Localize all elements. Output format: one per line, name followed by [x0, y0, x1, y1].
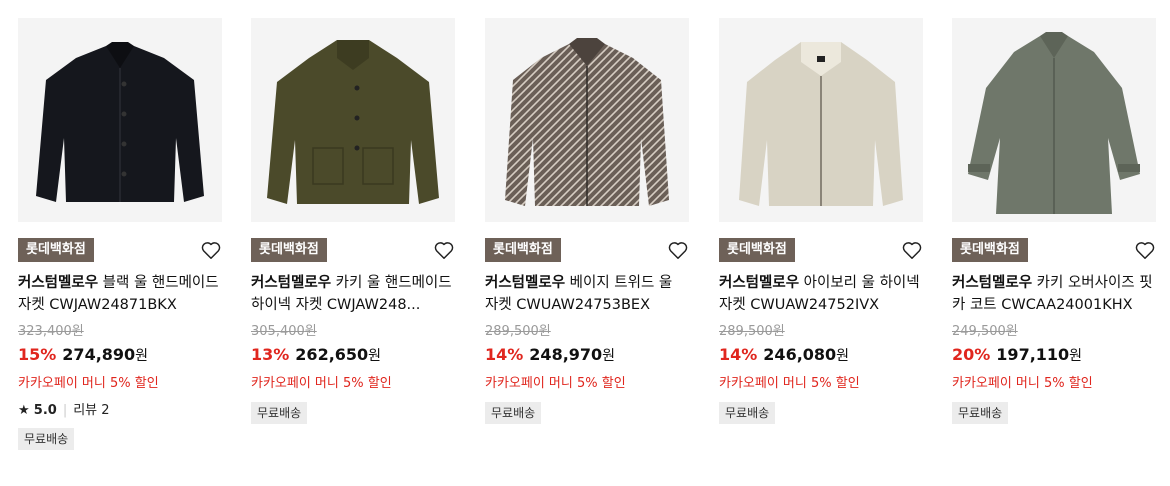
store-badge: 롯데백화점: [952, 238, 1028, 262]
heart-icon[interactable]: [1134, 239, 1156, 261]
free-shipping-badge: 무료배송: [251, 402, 308, 424]
rating-row: ★ 5.0 | 리뷰 2: [18, 403, 110, 418]
star-icon: ★: [18, 403, 30, 418]
product-title[interactable]: 커스텀멜로우 블랙 울 핸드메이드 자켓 CWJAW24871BKX: [18, 272, 222, 316]
brand-name: 커스텀멜로우: [251, 275, 332, 291]
promo-text: 카카오페이 머니 5% 할인: [251, 376, 392, 391]
jacket-image: [267, 40, 439, 204]
product-title[interactable]: 커스텀멜로우 카키 오버사이즈 핏 카 코트 CWCAA24001KHX: [952, 272, 1156, 316]
product-card[interactable]: 롯데백화점 커스텀멜로우 아이보리 울 하이넥 자켓 CWUAW24752IVX…: [719, 18, 923, 424]
sale-price-row: 13% 262,650원: [251, 345, 382, 364]
discount-rate: 20%: [952, 345, 991, 364]
review-count: 리뷰 2: [73, 403, 110, 418]
product-title[interactable]: 커스텀멜로우 아이보리 울 하이넥 자켓 CWUAW24752IVX: [719, 272, 923, 316]
sale-price-row: 20% 197,110원: [952, 345, 1083, 364]
sale-price: 262,650: [295, 345, 369, 364]
product-card[interactable]: 롯데백화점 커스텀멜로우 카키 울 핸드메이드 하이넥 자켓 CWJAW248.…: [251, 18, 455, 424]
original-price: 323,400원: [18, 324, 84, 339]
sale-price: 246,080: [763, 345, 837, 364]
store-badge: 롯데백화점: [485, 238, 561, 262]
jacket-image: [505, 38, 669, 206]
original-price: 289,500원: [719, 324, 785, 339]
product-image[interactable]: [485, 18, 689, 222]
promo-text: 카카오페이 머니 5% 할인: [952, 376, 1093, 391]
product-image[interactable]: [18, 18, 222, 222]
discount-rate: 13%: [251, 345, 290, 364]
promo-text: 카카오페이 머니 5% 할인: [485, 376, 626, 391]
coat-image: [968, 32, 1140, 214]
sale-price: 248,970: [529, 345, 603, 364]
original-price: 289,500원: [485, 324, 551, 339]
product-card[interactable]: 롯데백화점 커스텀멜로우 블랙 울 핸드메이드 자켓 CWJAW24871BKX…: [18, 18, 222, 450]
original-price: 305,400원: [251, 324, 317, 339]
heart-icon[interactable]: [433, 239, 455, 261]
brand-name: 커스텀멜로우: [18, 275, 99, 291]
product-card[interactable]: 롯데백화점 커스텀멜로우 카키 오버사이즈 핏 카 코트 CWCAA24001K…: [952, 18, 1156, 424]
brand-name: 커스텀멜로우: [952, 275, 1033, 291]
sale-price: 274,890: [62, 345, 136, 364]
rating-value: 5.0: [33, 403, 57, 418]
store-badge: 롯데백화점: [18, 238, 94, 262]
heart-icon[interactable]: [200, 239, 222, 261]
product-image[interactable]: [251, 18, 455, 222]
sale-price-row: 15% 274,890원: [18, 345, 149, 364]
original-price: 249,500원: [952, 324, 1018, 339]
discount-rate: 15%: [18, 345, 57, 364]
product-image[interactable]: [952, 18, 1156, 222]
product-card[interactable]: 롯데백화점 커스텀멜로우 베이지 트위드 울 자켓 CWUAW24753BEX …: [485, 18, 689, 424]
heart-icon[interactable]: [667, 239, 689, 261]
sale-price-row: 14% 248,970원: [485, 345, 616, 364]
brand-name: 커스텀멜로우: [485, 275, 566, 291]
free-shipping-badge: 무료배송: [18, 428, 75, 450]
promo-text: 카카오페이 머니 5% 할인: [719, 376, 860, 391]
brand-name: 커스텀멜로우: [719, 275, 800, 291]
product-image[interactable]: [719, 18, 923, 222]
sale-price-row: 14% 246,080원: [719, 345, 850, 364]
store-badge: 롯데백화점: [251, 238, 327, 262]
jacket-image: [36, 42, 204, 202]
heart-icon[interactable]: [901, 239, 923, 261]
free-shipping-badge: 무료배송: [952, 402, 1009, 424]
product-grid: 롯데백화점 커스텀멜로우 블랙 울 핸드메이드 자켓 CWJAW24871BKX…: [0, 0, 1170, 486]
sale-price: 197,110: [996, 345, 1070, 364]
jacket-image: [739, 42, 903, 206]
free-shipping-badge: 무료배송: [485, 402, 542, 424]
product-title[interactable]: 커스텀멜로우 카키 울 핸드메이드 하이넥 자켓 CWJAW248...: [251, 272, 455, 316]
free-shipping-badge: 무료배송: [719, 402, 776, 424]
discount-rate: 14%: [485, 345, 524, 364]
discount-rate: 14%: [719, 345, 758, 364]
product-title[interactable]: 커스텀멜로우 베이지 트위드 울 자켓 CWUAW24753BEX: [485, 272, 689, 316]
promo-text: 카카오페이 머니 5% 할인: [18, 376, 159, 391]
store-badge: 롯데백화점: [719, 238, 795, 262]
